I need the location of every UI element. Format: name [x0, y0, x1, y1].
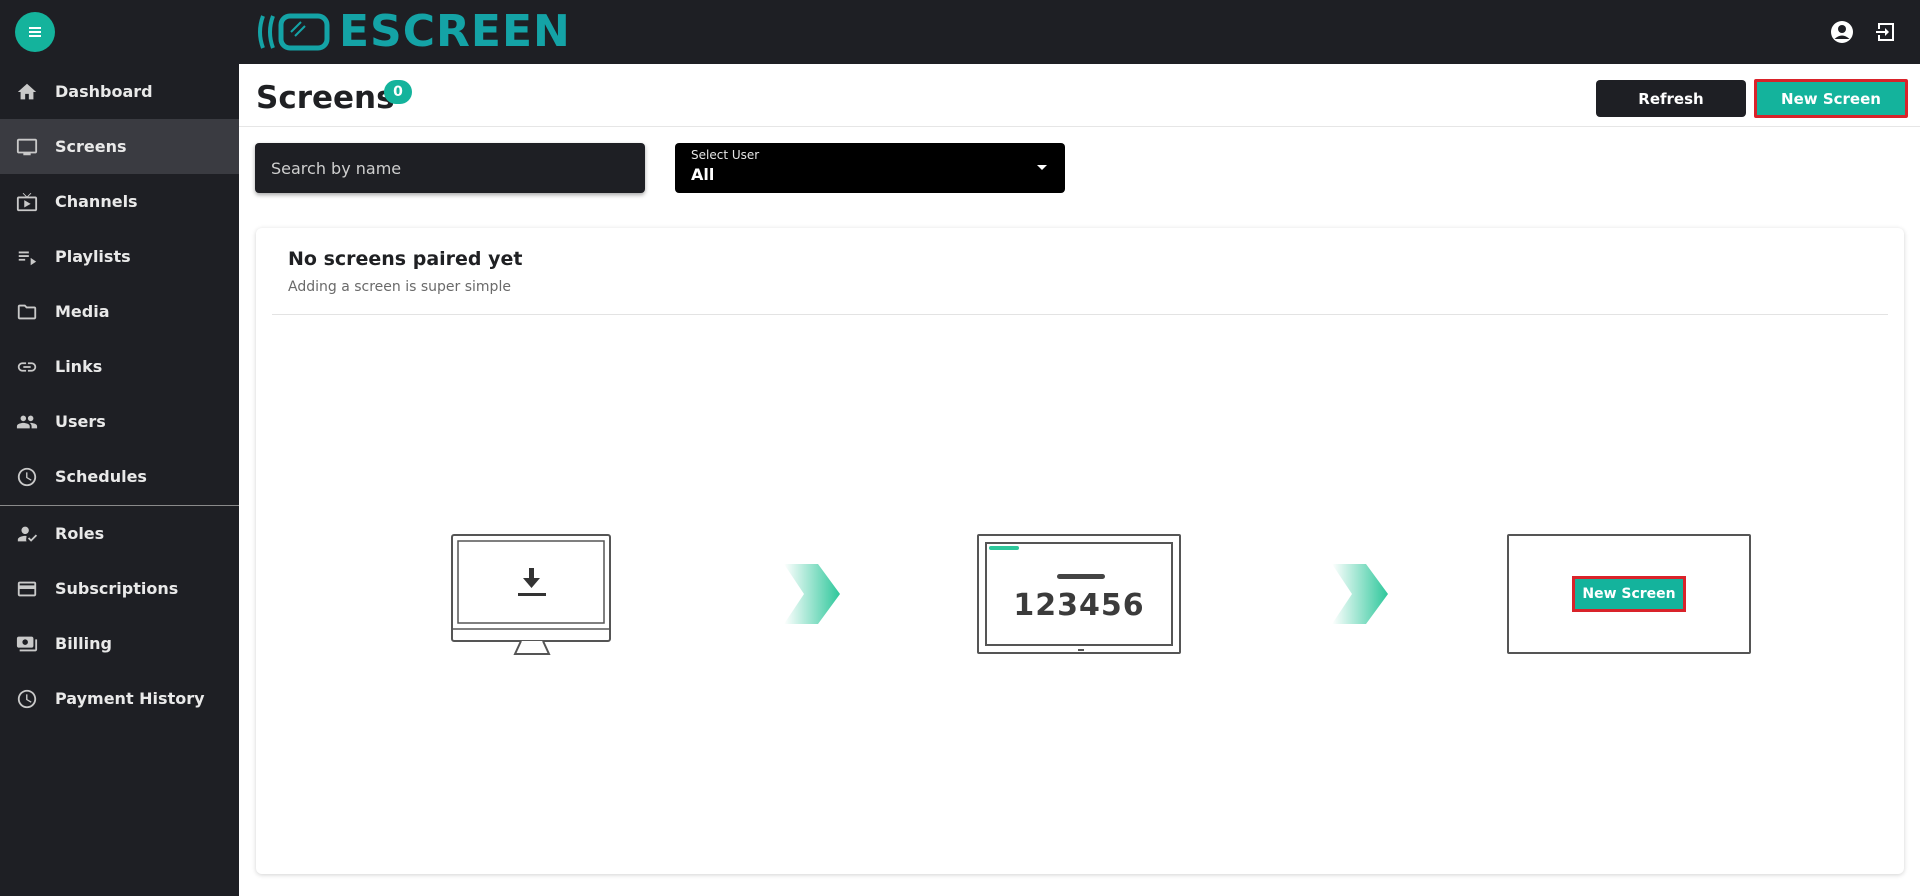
sidebar-item-label: Dashboard — [55, 82, 153, 101]
users-icon — [16, 411, 38, 433]
sidebar-item-label: Users — [55, 412, 106, 431]
sidebar-item-label: Screens — [55, 137, 127, 156]
clock-icon — [16, 688, 38, 710]
empty-state-card: No screens paired yet Adding a screen is… — [256, 228, 1904, 874]
monitor-icon — [16, 136, 38, 158]
chevron-right-icon — [1332, 564, 1388, 624]
dropdown-arrow-icon — [1037, 165, 1047, 170]
user-select-value: All — [691, 165, 715, 184]
logout-icon[interactable] — [1872, 18, 1900, 46]
refresh-button[interactable]: Refresh — [1596, 80, 1746, 117]
sidebar: Dashboard Screens Channels Playlists Med… — [0, 64, 239, 896]
empty-state-subtitle: Adding a screen is super simple — [288, 279, 511, 295]
user-check-icon — [16, 523, 38, 545]
sidebar-item-label: Schedules — [55, 467, 147, 486]
sidebar-item-links[interactable]: Links — [0, 339, 239, 394]
sidebar-item-roles[interactable]: Roles — [0, 506, 239, 561]
sidebar-item-schedules[interactable]: Schedules — [0, 449, 239, 504]
chevron-right-icon — [784, 564, 840, 624]
search-input[interactable] — [255, 143, 645, 193]
sidebar-item-label: Playlists — [55, 247, 131, 266]
hamburger-menu-icon[interactable] — [15, 12, 55, 52]
logo-mark-icon — [258, 13, 330, 51]
clock-icon — [16, 466, 38, 488]
empty-state-title: No screens paired yet — [288, 248, 523, 270]
status-bar — [989, 546, 1019, 550]
sidebar-item-users[interactable]: Users — [0, 394, 239, 449]
sidebar-item-dashboard[interactable]: Dashboard — [0, 64, 239, 119]
page-title: Screens — [256, 80, 395, 116]
screen-bar — [1057, 574, 1105, 579]
user-select[interactable]: Select User All — [675, 143, 1065, 193]
folder-icon — [16, 301, 38, 323]
sidebar-item-label: Billing — [55, 634, 112, 653]
sidebar-item-screens[interactable]: Screens — [0, 119, 239, 174]
card-divider — [272, 314, 1888, 315]
user-select-label: Select User — [691, 148, 760, 162]
sidebar-item-subscriptions[interactable]: Subscriptions — [0, 561, 239, 616]
playlist-icon — [16, 246, 38, 268]
sidebar-item-channels[interactable]: Channels — [0, 174, 239, 229]
credit-card-icon — [16, 578, 38, 600]
cash-icon — [16, 633, 38, 655]
pairing-code: 123456 — [1013, 588, 1145, 623]
download-monitor-icon — [451, 534, 611, 655]
step-new-screen-button[interactable]: New Screen — [1572, 576, 1686, 612]
escreen-logo[interactable]: ESCREEN — [255, 8, 571, 56]
link-icon — [16, 356, 38, 378]
sidebar-item-label: Roles — [55, 524, 105, 543]
account-circle-icon[interactable] — [1828, 18, 1856, 46]
screen-count-badge: 0 — [384, 80, 412, 104]
home-icon — [16, 81, 38, 103]
sidebar-item-label: Channels — [55, 192, 138, 211]
screen-foot — [1078, 649, 1084, 651]
header-divider — [239, 126, 1920, 127]
sidebar-item-billing[interactable]: Billing — [0, 616, 239, 671]
sidebar-item-label: Media — [55, 302, 110, 321]
pairing-code-screen: 123456 — [977, 534, 1181, 654]
sidebar-item-media[interactable]: Media — [0, 284, 239, 339]
logo-text: ESCREEN — [339, 6, 571, 57]
new-screen-button[interactable]: New Screen — [1754, 79, 1908, 118]
sidebar-item-label: Links — [55, 357, 103, 376]
sidebar-item-payment-history[interactable]: Payment History — [0, 671, 239, 726]
sidebar-item-label: Subscriptions — [55, 579, 179, 598]
tv-play-icon — [16, 191, 38, 213]
search-field — [255, 143, 645, 193]
top-bar: ESCREEN — [0, 0, 1920, 64]
sidebar-item-playlists[interactable]: Playlists — [0, 229, 239, 284]
new-screen-step: New Screen — [1507, 534, 1751, 654]
sidebar-item-label: Payment History — [55, 689, 205, 708]
